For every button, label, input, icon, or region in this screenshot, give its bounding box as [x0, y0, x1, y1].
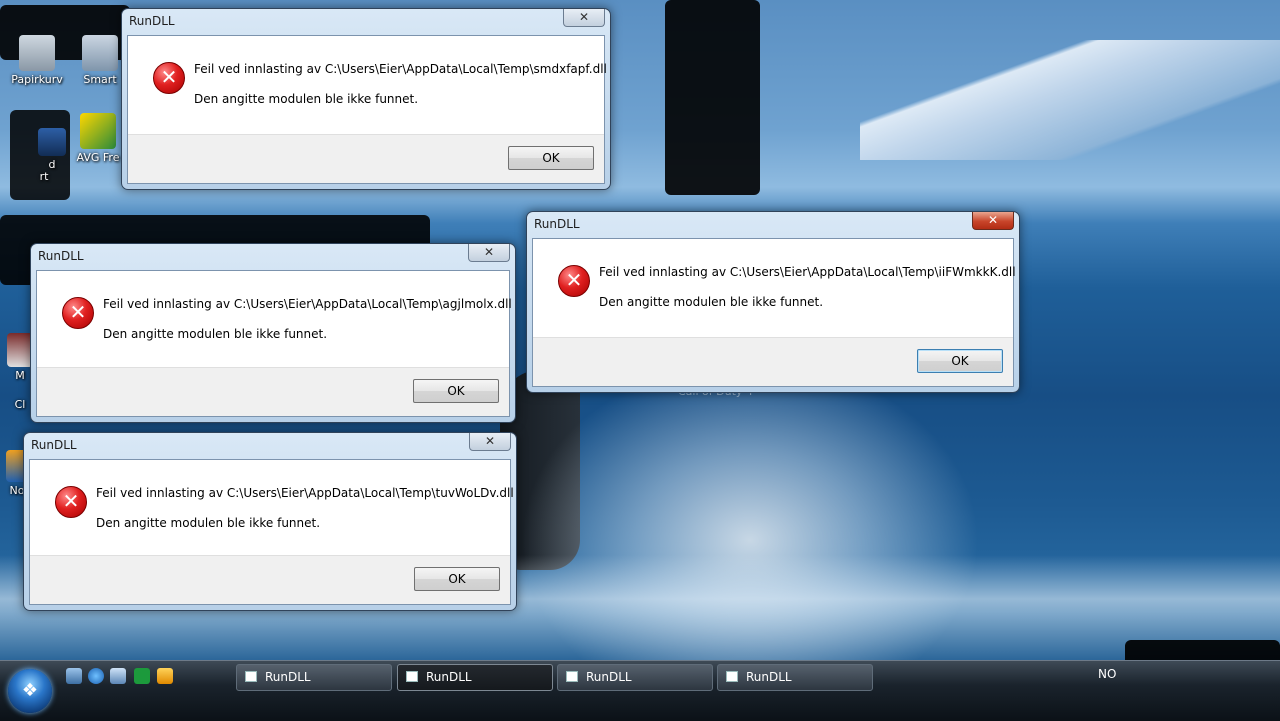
application-icon	[82, 35, 118, 71]
dialog-footer: OK	[533, 337, 1013, 386]
desktop-icon-avg[interactable]: AVG Fre	[70, 113, 126, 164]
error-icon: ✕	[55, 486, 87, 518]
dialog-title: RunDLL	[129, 14, 175, 28]
error-detail: Den angitte modulen ble ikke funnet.	[103, 327, 328, 341]
start-button[interactable]: ❖	[8, 669, 52, 713]
ok-button[interactable]: OK	[917, 349, 1003, 373]
desktop-icon-label: AVG Fre	[76, 151, 120, 164]
avg-icon	[80, 113, 116, 149]
desktop-icon-rt[interactable]: rt	[22, 170, 66, 183]
close-button[interactable]: ✕	[469, 433, 511, 451]
recycle-bin-icon	[19, 35, 55, 71]
dialog-footer: OK	[30, 555, 510, 604]
dialog-footer: OK	[37, 367, 509, 416]
error-icon: ✕	[558, 265, 590, 297]
dialog-titlebar[interactable]: RunDLL ✕	[122, 9, 610, 35]
taskbar-button-rundll[interactable]: RunDLL	[397, 664, 553, 691]
error-message: Feil ved innlasting av C:\Users\Eier\App…	[103, 297, 512, 311]
ok-button[interactable]: OK	[508, 146, 594, 170]
window-icon	[566, 671, 578, 682]
desktop-icon-label: rt	[39, 170, 49, 183]
error-message: Feil ved innlasting av C:\Users\Eier\App…	[599, 265, 1016, 279]
dialog-title: RunDLL	[38, 249, 84, 263]
taskbar-button-rundll[interactable]: RunDLL	[717, 664, 873, 691]
ok-button[interactable]: OK	[413, 379, 499, 403]
dialog-content: ✕ Feil ved innlasting av C:\Users\Eier\A…	[532, 238, 1016, 387]
window-icon	[726, 671, 738, 682]
dialog-content: ✕ Feil ved innlasting av C:\Users\Eier\A…	[29, 459, 514, 605]
wallpaper-mountain	[860, 40, 1280, 160]
window-icon	[245, 671, 257, 682]
close-button[interactable]: ✕	[563, 9, 605, 27]
error-icon: ✕	[153, 62, 185, 94]
redaction-scribble	[665, 0, 760, 195]
dialog-content: ✕ Feil ved innlasting av C:\Users\Eier\A…	[36, 270, 512, 417]
dialog-titlebar[interactable]: RunDLL ✕	[31, 244, 515, 270]
taskbar-button-label: RunDLL	[265, 670, 311, 684]
error-icon: ✕	[62, 297, 94, 329]
dialog-footer: OK	[128, 134, 604, 183]
desktop-icon-recycle-bin[interactable]: Papirkurv	[2, 35, 72, 86]
window-icon	[406, 671, 418, 682]
language-indicator[interactable]: NO	[1098, 667, 1116, 681]
error-detail: Den angitte modulen ble ikke funnet.	[96, 516, 321, 530]
ok-button[interactable]: OK	[414, 567, 500, 591]
dialog-titlebar[interactable]: RunDLL ✕	[527, 212, 1019, 238]
taskbar-button-label: RunDLL	[746, 670, 792, 684]
error-detail: Den angitte modulen ble ikke funnet.	[194, 92, 419, 106]
desktop-icon-label: Smart	[83, 73, 117, 86]
error-detail: Den angitte modulen ble ikke funnet.	[599, 295, 824, 309]
taskbar-button-rundll[interactable]: RunDLL	[557, 664, 713, 691]
show-desktop-icon[interactable]	[66, 668, 82, 684]
dialog-message-area: ✕ Feil ved innlasting av C:\Users\Eier\A…	[533, 239, 1016, 334]
dialog-message-area: ✕ Feil ved innlasting av C:\Users\Eier\A…	[37, 271, 512, 366]
taskbar-button-rundll[interactable]: RunDLL	[236, 664, 392, 691]
rundll-dialog-iifwmkkk: RunDLL ✕ ✕ Feil ved innlasting av C:\Use…	[526, 211, 1020, 393]
media-player-icon[interactable]	[157, 668, 173, 684]
taskbar: ❖ RunDLL RunDLL RunDLL RunDLL NO	[0, 660, 1280, 721]
dialog-content: ✕ Feil ved innlasting av C:\Users\Eier\A…	[127, 35, 607, 184]
switch-windows-icon[interactable]	[110, 668, 126, 684]
taskbar-button-label: RunDLL	[586, 670, 632, 684]
application-icon	[38, 128, 66, 156]
rundll-dialog-agjlmolx: RunDLL ✕ ✕ Feil ved innlasting av C:\Use…	[30, 243, 516, 423]
desktop-icon-label: M	[15, 369, 25, 382]
dialog-message-area: ✕ Feil ved innlasting av C:\Users\Eier\A…	[128, 36, 607, 131]
taskbar-button-label: RunDLL	[426, 670, 472, 684]
rundll-dialog-smdxfapf: RunDLL ✕ ✕ Feil ved innlasting av C:\Use…	[121, 8, 611, 190]
error-message: Feil ved innlasting av C:\Users\Eier\App…	[194, 62, 607, 76]
desktop-icon-d[interactable]: d	[30, 128, 74, 171]
rundll-dialog-tuvwoldv: RunDLL ✕ ✕ Feil ved innlasting av C:\Use…	[23, 432, 517, 611]
dialog-title: RunDLL	[534, 217, 580, 231]
green-app-icon[interactable]	[134, 668, 150, 684]
desktop-icon-label: Papirkurv	[11, 73, 63, 86]
desktop-icon-label: Cl	[14, 398, 26, 411]
dialog-titlebar[interactable]: RunDLL ✕	[24, 433, 516, 459]
close-button[interactable]: ✕	[468, 244, 510, 262]
internet-explorer-icon[interactable]	[88, 668, 104, 684]
dialog-message-area: ✕ Feil ved innlasting av C:\Users\Eier\A…	[30, 460, 514, 555]
close-button[interactable]: ✕	[972, 212, 1014, 230]
error-message: Feil ved innlasting av C:\Users\Eier\App…	[96, 486, 514, 500]
dialog-title: RunDLL	[31, 438, 77, 452]
